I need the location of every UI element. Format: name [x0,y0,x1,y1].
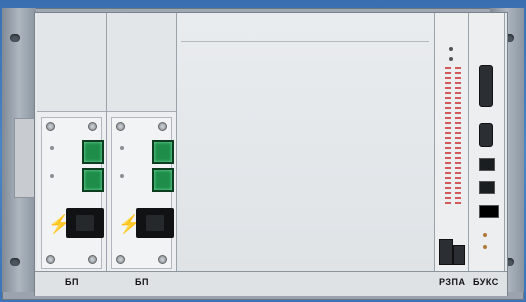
status-led [483,233,487,237]
status-led [449,57,453,61]
screw [116,122,125,131]
psu-upper-blank [37,13,106,112]
status-led [483,245,487,249]
ethernet-port-3[interactable] [479,205,499,218]
blank-panel [177,13,435,271]
led-column-left [445,67,451,207]
mount-hole [10,34,20,42]
power-inlet[interactable] [136,208,174,238]
ethernet-port-2[interactable] [479,181,495,194]
screw [46,122,55,131]
chassis: ⚡ ⚡ БП БП РЗПА БУКС [34,12,508,296]
status-led [449,47,453,51]
rzpa-module [435,13,469,271]
screw [88,255,97,264]
indicator-led [120,146,124,150]
buks-module [469,13,505,271]
screw [158,255,167,264]
psu-module-2: ⚡ [107,13,177,271]
screw [46,255,55,264]
label-strip [35,271,507,296]
screw [88,122,97,131]
rating-plate [14,118,36,198]
power-switch-1[interactable] [152,140,174,164]
screw [158,122,167,131]
psu-front-panel: ⚡ [41,117,104,269]
mount-hole [10,258,20,266]
service-port[interactable] [453,245,465,265]
power-switch-2[interactable] [82,168,104,192]
power-switch-2[interactable] [152,168,174,192]
panel-header-rail [181,21,429,42]
indicator-led [50,174,54,178]
equipment-photo: ⚡ ⚡ БП БП РЗПА БУКС [0,0,526,302]
psu-module-1: ⚡ [37,13,107,271]
db-connector[interactable] [479,65,493,107]
indicator-led [50,146,54,150]
indicator-led [120,174,124,178]
screw [116,255,125,264]
psu-front-panel: ⚡ [111,117,174,269]
rzpa-label: РЗПА [439,277,466,287]
db9-connector[interactable] [479,123,493,147]
power-switch-1[interactable] [82,140,104,164]
led-column-right [455,67,461,207]
power-inlet[interactable] [66,208,104,238]
ethernet-port-1[interactable] [479,158,495,171]
psu-upper-blank [107,13,176,112]
buks-label: БУКС [473,277,499,287]
serial-port[interactable] [439,239,453,265]
psu2-label: БП [135,277,149,287]
psu1-label: БП [65,277,79,287]
